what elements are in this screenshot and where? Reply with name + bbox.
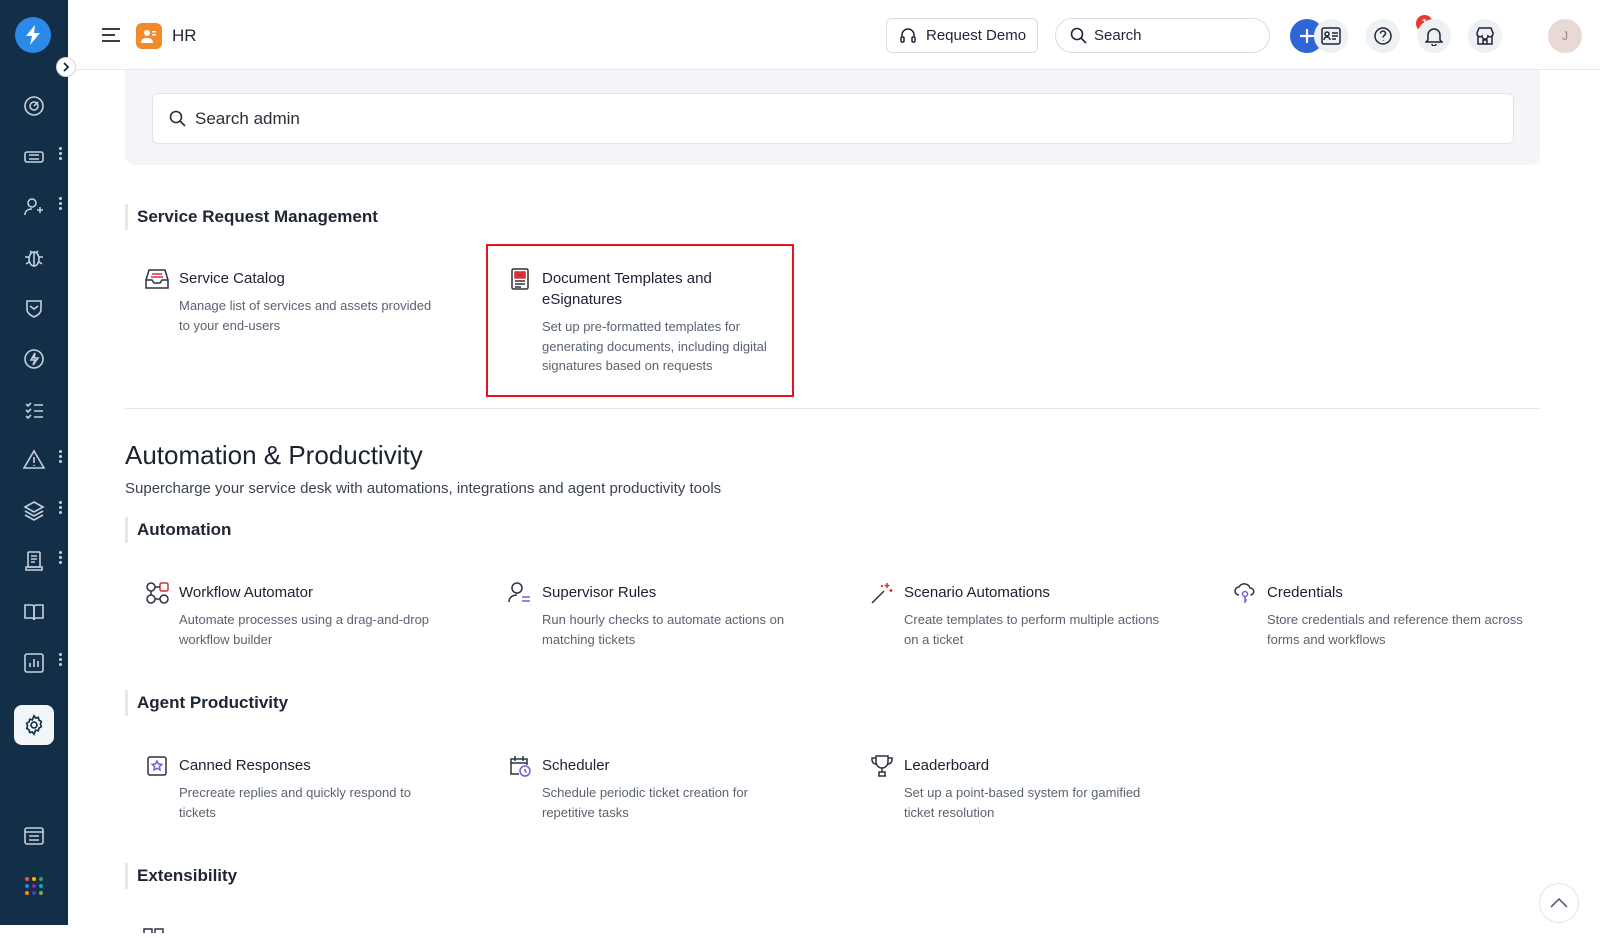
global-search[interactable]: Search	[1055, 18, 1270, 53]
help-question-icon[interactable]	[1366, 19, 1400, 53]
card-description: Automate processes using a drag-and-drop…	[179, 612, 430, 647]
contacts-more-icon[interactable]	[59, 197, 63, 211]
solutions-book-icon[interactable]	[14, 592, 54, 632]
problems-bug-icon[interactable]	[14, 238, 54, 278]
card-description: Run hourly checks to automate actions on…	[542, 612, 785, 647]
top-bar: HR Request Demo Search 1 J	[68, 0, 1600, 70]
card-title: Supervisor Rules	[542, 584, 657, 601]
workspace-person-icon	[136, 23, 162, 49]
tickets-icon[interactable]	[14, 137, 54, 177]
magic-wand-icon	[869, 580, 895, 606]
canned-response-icon	[144, 753, 170, 779]
card-description: Precreate replies and quickly respond to…	[179, 785, 411, 820]
automation-productivity-title: Automation & Productivity	[125, 440, 423, 470]
inbox-tray-icon	[144, 266, 170, 292]
card-title: Workflow Automator	[179, 584, 313, 601]
chevron-up-icon	[1550, 897, 1568, 908]
card-title: Scenario Automations	[904, 584, 1050, 601]
card-title: Leaderboard	[904, 757, 990, 774]
request-demo-button[interactable]: Request Demo	[886, 18, 1038, 53]
releases-icon[interactable]	[14, 339, 54, 379]
workflow-icon	[144, 580, 170, 606]
user-avatar[interactable]: J	[1548, 19, 1582, 53]
contacts-icon[interactable]	[14, 187, 54, 227]
expand-sidebar-chevron-icon[interactable]	[56, 57, 76, 77]
section-divider	[125, 408, 1540, 409]
contracts-more-icon[interactable]	[59, 551, 63, 565]
alerts-more-icon[interactable]	[59, 450, 63, 464]
highlight-box	[486, 244, 794, 397]
hamburger-menu-icon[interactable]	[101, 27, 121, 48]
app-logo-icon[interactable]	[15, 17, 51, 53]
alerts-warning-icon[interactable]	[14, 440, 54, 480]
global-search-label: Search	[1094, 27, 1142, 44]
admin-settings-gear-icon[interactable]	[14, 705, 54, 745]
card-description: Set up a point-based system for gamified…	[904, 785, 1141, 820]
calendar-clock-icon	[507, 753, 533, 779]
marketplace-store-icon[interactable]	[1468, 19, 1502, 53]
card-description: Create templates to perform multiple act…	[904, 612, 1160, 647]
card-title: Canned Responses	[179, 757, 311, 774]
admin-search-placeholder: Search admin	[195, 108, 300, 128]
trophy-icon	[869, 753, 895, 779]
card-title: Service Catalog	[179, 270, 285, 287]
apps-icon	[143, 920, 165, 938]
assets-more-icon[interactable]	[59, 501, 63, 515]
request-demo-label: Request Demo	[926, 27, 1027, 44]
analytics-icon[interactable]	[14, 643, 54, 683]
left-sidebar	[0, 0, 68, 925]
apps-grid-icon[interactable]	[14, 866, 54, 906]
workspace-name[interactable]: HR	[172, 26, 197, 46]
cloud-key-icon	[1232, 580, 1258, 606]
card-description: Manage list of services and assets provi…	[179, 298, 432, 333]
scroll-to-top-button[interactable]	[1539, 883, 1579, 923]
supervisor-icon	[507, 580, 533, 606]
tasks-list-icon[interactable]	[14, 390, 54, 430]
admin-search-input[interactable]: Search admin	[152, 93, 1514, 144]
notifications-bell-icon[interactable]	[1417, 19, 1451, 53]
dashboard-icon[interactable]	[14, 86, 54, 126]
assets-layers-icon[interactable]	[14, 491, 54, 531]
extensibility-heading: Extensibility	[125, 863, 237, 889]
contact-card-icon[interactable]	[1314, 19, 1348, 53]
automation-heading: Automation	[125, 517, 231, 543]
service-request-management-heading: Service Request Management	[125, 204, 378, 230]
card-description: Store credentials and reference them acr…	[1267, 612, 1523, 647]
search-icon	[169, 110, 186, 127]
search-icon	[1070, 27, 1087, 44]
changes-shield-icon[interactable]	[14, 288, 54, 328]
card-description: Schedule periodic ticket creation for re…	[542, 785, 748, 820]
agent-productivity-heading: Agent Productivity	[125, 690, 288, 716]
contracts-icon[interactable]	[14, 541, 54, 581]
card-title: Credentials	[1267, 584, 1343, 601]
card-title: Scheduler	[542, 757, 610, 774]
automation-productivity-subtitle: Supercharge your service desk with autom…	[125, 480, 722, 497]
portal-icon[interactable]	[14, 816, 54, 856]
analytics-more-icon[interactable]	[59, 653, 63, 667]
headset-icon	[900, 27, 916, 43]
tickets-more-icon[interactable]	[59, 147, 63, 161]
